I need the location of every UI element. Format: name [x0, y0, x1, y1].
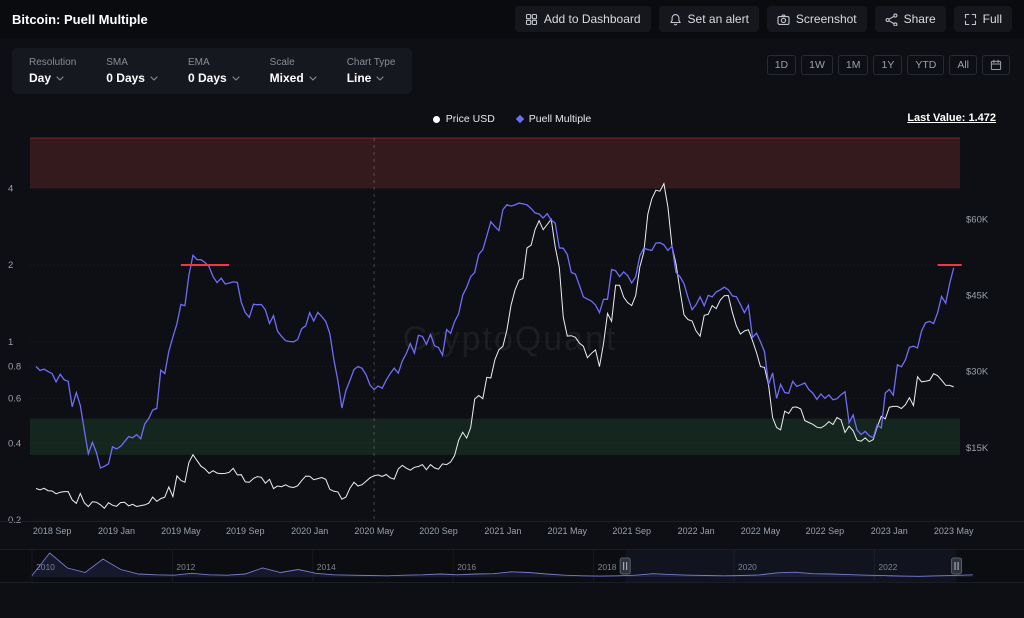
page-title: Bitcoin: Puell Multiple — [12, 12, 148, 27]
legend-item-puell-multiple[interactable]: Puell Multiple — [517, 113, 591, 125]
dropdown-value: Mixed — [270, 71, 304, 85]
left-axis-tick: 1 — [8, 337, 13, 348]
x-axis-tick: 2021 Jan — [484, 526, 521, 536]
x-axis-tick: 2020 May — [354, 526, 394, 536]
scrubber-year-label: 2014 — [317, 562, 336, 572]
dropdown-value: Day — [29, 71, 51, 85]
x-axis-tick: 2023 Jan — [871, 526, 908, 536]
range-ytd-button[interactable]: YTD — [907, 55, 944, 75]
diamond-marker-icon — [516, 115, 524, 123]
scrubber-right-handle[interactable] — [952, 558, 962, 574]
chevron-down-icon — [376, 76, 384, 81]
alert-bell-icon — [669, 13, 682, 26]
last-value-label: Last Value: 1.472 — [907, 112, 996, 124]
action-label: Set an alert — [688, 12, 749, 26]
add-to-dashboard-button[interactable]: Add to Dashboard — [515, 6, 651, 32]
right-axis-tick: $15K — [966, 443, 989, 454]
scrubber-left-handle[interactable] — [620, 558, 630, 574]
dropdown-value: Line — [347, 71, 372, 85]
set-an-alert-button[interactable]: Set an alert — [659, 6, 759, 32]
scrubber-year-label: 2012 — [176, 562, 195, 572]
sma-dropdown[interactable]: SMA 0 Days — [91, 55, 173, 87]
x-axis-tick: 2020 Jan — [291, 526, 328, 536]
left-axis-tick: 4 — [8, 183, 13, 194]
puell-multiple-chart[interactable]: 4210.80.60.40.2$60K$45K$30K$15KCryptoQua… — [0, 132, 1024, 544]
chevron-down-icon — [232, 76, 240, 81]
circle-marker-icon — [433, 116, 440, 123]
range-1d-button[interactable]: 1D — [767, 55, 796, 75]
x-axis-tick: 2019 Jan — [98, 526, 135, 536]
scale-dropdown[interactable]: Scale Mixed — [255, 55, 332, 87]
dropdown-label: Resolution — [29, 57, 76, 68]
chevron-down-icon — [309, 76, 317, 81]
x-axis-tick: 2022 Sep — [806, 526, 845, 536]
dropdown-value: 0 Days — [188, 71, 227, 85]
chevron-down-icon — [56, 76, 64, 81]
action-label: Add to Dashboard — [544, 12, 641, 26]
left-axis-tick: 0.6 — [8, 393, 21, 404]
x-axis-tick: 2023 May — [934, 526, 974, 536]
full-button[interactable]: Full — [954, 6, 1012, 32]
share-icon — [885, 13, 898, 26]
camera-icon — [777, 13, 790, 26]
chart-type-dropdown[interactable]: Chart Type Line — [332, 55, 411, 87]
left-axis-tick: 0.4 — [8, 438, 21, 449]
share-button[interactable]: Share — [875, 6, 946, 32]
dropdown-label: EMA — [188, 57, 240, 68]
selected-range-window[interactable] — [625, 550, 956, 582]
x-axis-tick: 2019 Sep — [226, 526, 265, 536]
x-axis-tick: 2021 Sep — [612, 526, 651, 536]
range-1y-button[interactable]: 1Y — [873, 55, 902, 75]
x-axis-tick: 2020 Sep — [419, 526, 458, 536]
screenshot-button[interactable]: Screenshot — [767, 6, 867, 32]
range-all-button[interactable]: All — [949, 55, 977, 75]
ema-dropdown[interactable]: EMA 0 Days — [173, 55, 255, 87]
range-selector: 1D1W1M1YYTDAll — [767, 55, 1010, 75]
dropdown-label: SMA — [106, 57, 158, 68]
left-axis-tick: 2 — [8, 260, 13, 271]
action-label: Full — [983, 12, 1002, 26]
header-actions: Add to Dashboard Set an alert Screenshot Sh… — [515, 6, 1012, 32]
scrubber-year-label: 2018 — [598, 562, 617, 572]
legend-label: Puell Multiple — [529, 113, 591, 125]
dropdown-label: Chart Type — [347, 57, 396, 68]
calendar-button[interactable] — [982, 55, 1010, 75]
chevron-down-icon — [150, 76, 158, 81]
x-axis-tick: 2019 May — [161, 526, 201, 536]
action-label: Screenshot — [796, 12, 857, 26]
range-1m-button[interactable]: 1M — [838, 55, 869, 75]
right-axis-tick: $30K — [966, 367, 989, 378]
resolution-dropdown[interactable]: Resolution Day — [14, 55, 91, 87]
x-axis-tick: 2018 Sep — [33, 526, 72, 536]
chart-settings-toolbar: Resolution Day SMA 0 Days EMA 0 Days Scale Mixe… — [12, 48, 412, 94]
x-axis-tick: 2021 May — [548, 526, 588, 536]
dropdown-value: 0 Days — [106, 71, 145, 85]
timeline-scrubber[interactable]: 2010201220142016201820202022 — [0, 549, 1024, 583]
overvalued-zone — [30, 138, 960, 188]
action-label: Share — [904, 12, 936, 26]
undervalued-zone — [30, 419, 960, 455]
right-axis-tick: $60K — [966, 214, 989, 225]
fullscreen-icon — [964, 13, 977, 26]
left-axis-tick: 0.2 — [8, 515, 21, 526]
x-axis-tick: 2022 Jan — [678, 526, 715, 536]
scrubber-year-label: 2016 — [457, 562, 476, 572]
dropdown-label: Scale — [270, 57, 317, 68]
left-axis-tick: 0.8 — [8, 362, 21, 373]
top-bar: Bitcoin: Puell Multiple Add to Dashboard… — [0, 0, 1024, 38]
legend-item-price-usd[interactable]: Price USD — [433, 113, 495, 125]
legend-label: Price USD — [446, 113, 495, 125]
chart-legend: Price USD Puell Multiple — [0, 110, 1024, 128]
dashboard-icon — [525, 13, 538, 26]
range-1w-button[interactable]: 1W — [801, 55, 833, 75]
cryptoquant-app: Bitcoin: Puell Multiple Add to Dashboard… — [0, 0, 1024, 618]
right-axis-tick: $45K — [966, 290, 989, 301]
x-axis-tick: 2022 May — [741, 526, 781, 536]
